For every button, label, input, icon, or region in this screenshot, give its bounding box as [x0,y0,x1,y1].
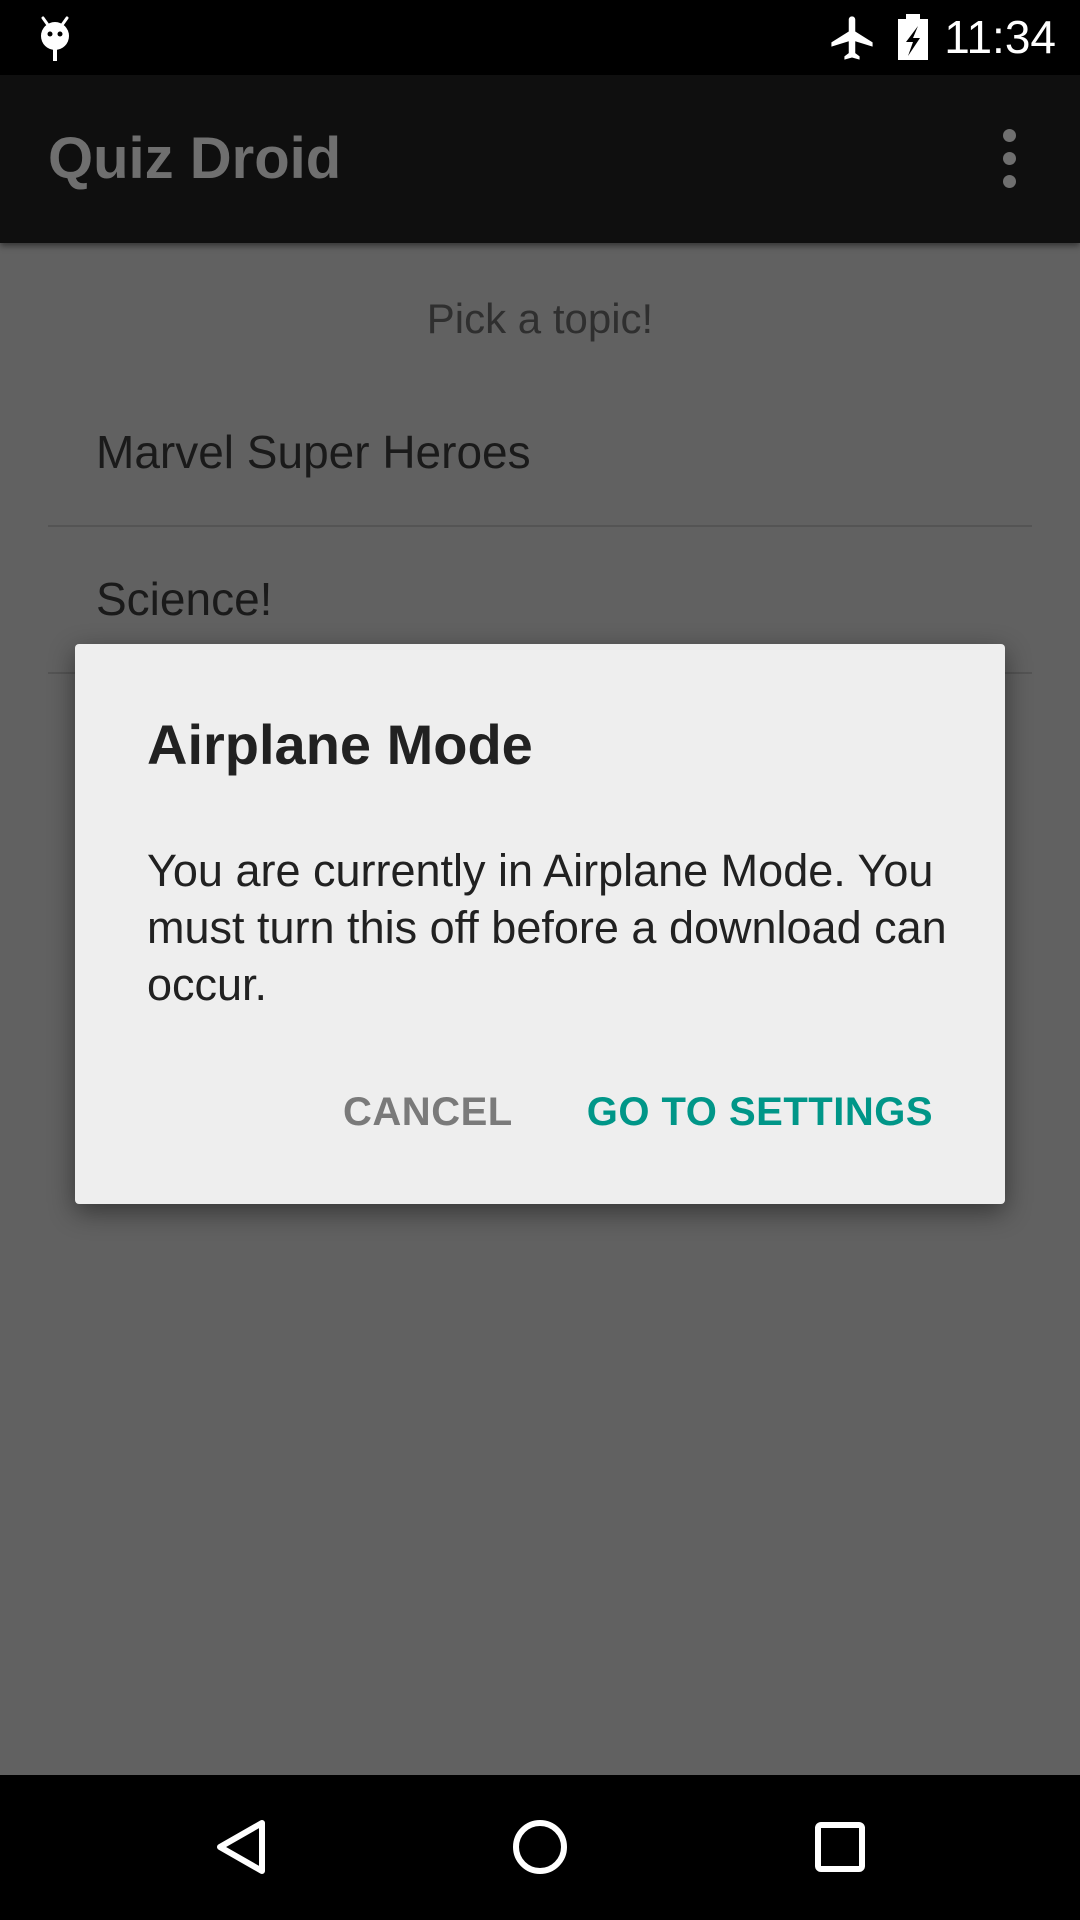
airplane-mode-dialog: Airplane Mode You are currently in Airpl… [75,644,1005,1204]
back-icon[interactable] [190,1797,290,1897]
topic-list: Marvel Super Heroes Science! [48,380,1032,674]
home-icon[interactable] [490,1797,590,1897]
app-bar: Quiz Droid [0,75,1080,243]
app-title: Quiz Droid [48,126,342,191]
recents-icon[interactable] [790,1797,890,1897]
android-debug-icon [38,12,72,62]
go-to-settings-button[interactable]: GO TO SETTINGS [587,1090,933,1135]
topic-prompt: Pick a topic! [426,295,654,342]
status-clock: 11:34 [944,11,1056,63]
airplane-mode-icon [826,12,878,64]
dialog-title: Airplane Mode [147,713,533,776]
dialog-actions: CANCEL GO TO SETTINGS [343,1072,933,1152]
status-bar: 11:34 [0,0,1080,75]
topic-label: Marvel Super Heroes [96,426,531,478]
battery-charging-icon [896,12,930,62]
overflow-menu-icon[interactable] [970,119,1050,199]
cancel-button[interactable]: CANCEL [343,1090,513,1135]
navigation-bar [0,1775,1080,1920]
list-item[interactable]: Marvel Super Heroes [48,380,1032,527]
dialog-message: You are currently in Airplane Mode. You … [147,845,947,1010]
